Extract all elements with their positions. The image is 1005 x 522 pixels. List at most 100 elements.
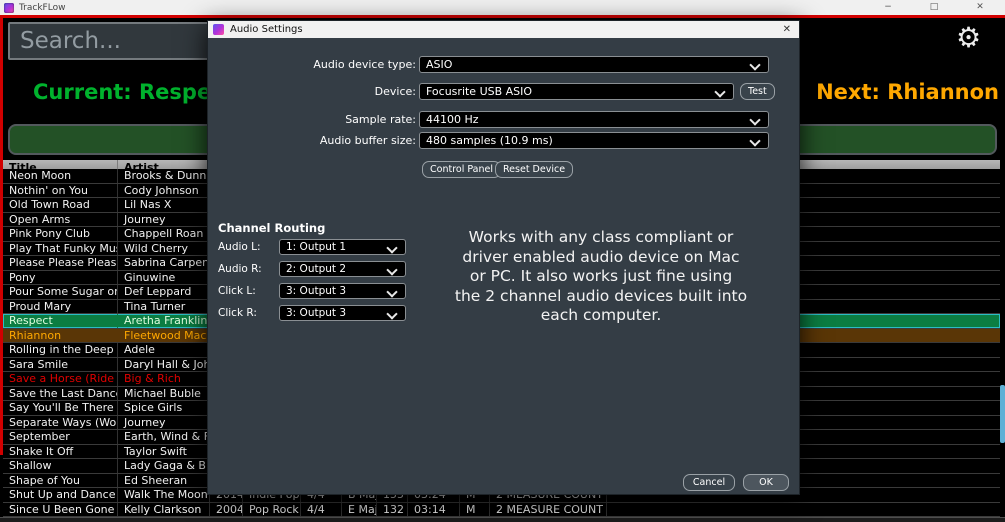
cell-title: Save a Horse (Ride a Cowb... bbox=[3, 372, 118, 386]
maximize-icon[interactable]: □ bbox=[911, 0, 957, 15]
click-r-select[interactable]: 3: Output 3 bbox=[279, 305, 406, 321]
chevron-down-icon bbox=[749, 135, 760, 146]
channel-routing-heading: Channel Routing bbox=[218, 221, 325, 235]
chevron-down-icon bbox=[386, 242, 397, 253]
cell-artist: Big & Rich bbox=[118, 372, 210, 386]
cell-title: Separate Ways (Worlds Ap... bbox=[3, 416, 118, 430]
cell-artist: Def Leppard bbox=[118, 285, 210, 299]
cell-artist: Chappell Roan bbox=[118, 227, 210, 241]
cell-title: Pink Pony Club bbox=[3, 227, 118, 241]
device-select[interactable]: Focusrite USB ASIO bbox=[419, 83, 734, 100]
audio-l-label: Audio L: bbox=[218, 241, 261, 253]
audio-device-type-value: ASIO bbox=[426, 58, 452, 71]
chevron-down-icon bbox=[749, 114, 760, 125]
device-label: Device: bbox=[208, 85, 416, 98]
cell-artist: Earth, Wind & Fire bbox=[118, 430, 210, 444]
cell-artist: Journey bbox=[118, 416, 210, 430]
cell-title: Shape of You bbox=[3, 474, 118, 488]
cell-artist: Journey bbox=[118, 213, 210, 227]
reset-device-button[interactable]: Reset Device bbox=[495, 161, 573, 178]
cell-artist: Aretha Franklin bbox=[118, 314, 210, 328]
compatibility-info-text: Works with any class compliant or driver… bbox=[418, 228, 784, 326]
cell-artist: Brooks & Dunn bbox=[118, 169, 210, 183]
close-icon[interactable]: ✕ bbox=[957, 0, 1003, 15]
cell-count_in: 2 MEASURE COUNT IN bbox=[490, 503, 607, 517]
chevron-down-icon bbox=[714, 86, 725, 97]
cell-title: Rolling in the Deep bbox=[3, 343, 118, 357]
buffer-size-select[interactable]: 480 samples (10.9 ms) bbox=[419, 132, 769, 149]
audio-device-type-label: Audio device type: bbox=[208, 58, 416, 71]
cell-title: Shake It Off bbox=[3, 445, 118, 459]
chevron-down-icon bbox=[386, 308, 397, 319]
click-l-select[interactable]: 3: Output 3 bbox=[279, 283, 406, 299]
cell-title: Proud Mary bbox=[3, 300, 118, 314]
cancel-button[interactable]: Cancel bbox=[683, 474, 735, 491]
audio-l-value: 1: Output 1 bbox=[286, 241, 346, 253]
scrollbar-thumb[interactable] bbox=[1000, 385, 1005, 443]
table-row[interactable]: Since U Been GoneKelly Clarkson2004Pop R… bbox=[3, 503, 1000, 518]
dialog-title: Audio Settings bbox=[230, 24, 303, 35]
cell-artist: Sabrina Carpenter bbox=[118, 256, 210, 270]
cell-pad bbox=[607, 503, 1000, 517]
cell-artist: Spice Girls bbox=[118, 401, 210, 415]
cell-artist: Walk The Moon bbox=[118, 488, 210, 502]
cell-year: 2004 bbox=[210, 503, 243, 517]
sample-rate-label: Sample rate: bbox=[208, 113, 416, 126]
cell-title: Save the Last Dance for Me bbox=[3, 387, 118, 401]
cell-title: Shallow bbox=[3, 459, 118, 473]
cell-title: Since U Been Gone bbox=[3, 503, 118, 517]
click-l-value: 3: Output 3 bbox=[286, 285, 346, 297]
audio-r-label: Audio R: bbox=[218, 263, 262, 275]
cell-title: September bbox=[3, 430, 118, 444]
cell-genre: Pop Rock bbox=[243, 503, 301, 517]
chevron-down-icon bbox=[386, 286, 397, 297]
cell-title: Sara Smile bbox=[3, 358, 118, 372]
cell-key: E Major bbox=[342, 503, 377, 517]
sample-rate-value: 44100 Hz bbox=[426, 113, 479, 126]
cell-title: Please Please Please bbox=[3, 256, 118, 270]
chevron-down-icon bbox=[386, 264, 397, 275]
audio-device-type-select[interactable]: ASIO bbox=[419, 56, 769, 73]
device-value: Focusrite USB ASIO bbox=[426, 85, 532, 98]
dialog-titlebar[interactable]: Audio Settings ✕ bbox=[208, 21, 799, 38]
window-bottom-edge bbox=[0, 517, 1005, 522]
focus-border-left bbox=[0, 18, 3, 455]
dialog-app-icon bbox=[213, 24, 224, 35]
cell-title: Shut Up and Dance bbox=[3, 488, 118, 502]
app-icon bbox=[4, 3, 14, 13]
cell-artist: Kelly Clarkson bbox=[118, 503, 210, 517]
cell-artist: Ginuwine bbox=[118, 271, 210, 285]
audio-r-select[interactable]: 2: Output 2 bbox=[279, 261, 406, 277]
chevron-down-icon bbox=[749, 59, 760, 70]
current-track-label: Current: Respect bbox=[33, 80, 234, 104]
cell-title: Play That Funky Music bbox=[3, 242, 118, 256]
cell-title: Respect bbox=[3, 314, 118, 328]
dialog-close-icon[interactable]: ✕ bbox=[783, 23, 791, 37]
control-panel-button[interactable]: Control Panel bbox=[422, 161, 501, 178]
audio-l-select[interactable]: 1: Output 1 bbox=[279, 239, 406, 255]
ok-button[interactable]: OK bbox=[743, 474, 789, 491]
cell-artist: Lil Nas X bbox=[118, 198, 210, 212]
cell-artist: Ed Sheeran bbox=[118, 474, 210, 488]
audio-r-value: 2: Output 2 bbox=[286, 263, 346, 275]
test-button[interactable]: Test bbox=[740, 83, 775, 100]
cell-time_sig: 4/4 bbox=[301, 503, 342, 517]
gear-icon[interactable]: ⚙ bbox=[956, 24, 981, 52]
cell-artist: Fleetwood Mac bbox=[118, 329, 210, 343]
cell-title: Rhiannon bbox=[3, 329, 118, 343]
sample-rate-select[interactable]: 44100 Hz bbox=[419, 111, 769, 128]
cell-artist: Michael Buble bbox=[118, 387, 210, 401]
buffer-size-label: Audio buffer size: bbox=[208, 134, 416, 147]
cell-artist: Lady Gaga & Bradle... bbox=[118, 459, 210, 473]
cell-title: Pour Some Sugar on Me bbox=[3, 285, 118, 299]
cell-flag: M bbox=[460, 503, 490, 517]
click-l-label: Click L: bbox=[218, 285, 256, 297]
cell-title: Open Arms bbox=[3, 213, 118, 227]
minimize-icon[interactable]: − bbox=[865, 0, 911, 15]
cell-title: Nothin' on You bbox=[3, 184, 118, 198]
window-controls: − □ ✕ bbox=[865, 0, 1003, 15]
cell-artist: Wild Cherry bbox=[118, 242, 210, 256]
buffer-size-value: 480 samples (10.9 ms) bbox=[426, 134, 553, 147]
cell-title: Neon Moon bbox=[3, 169, 118, 183]
cell-artist: Taylor Swift bbox=[118, 445, 210, 459]
